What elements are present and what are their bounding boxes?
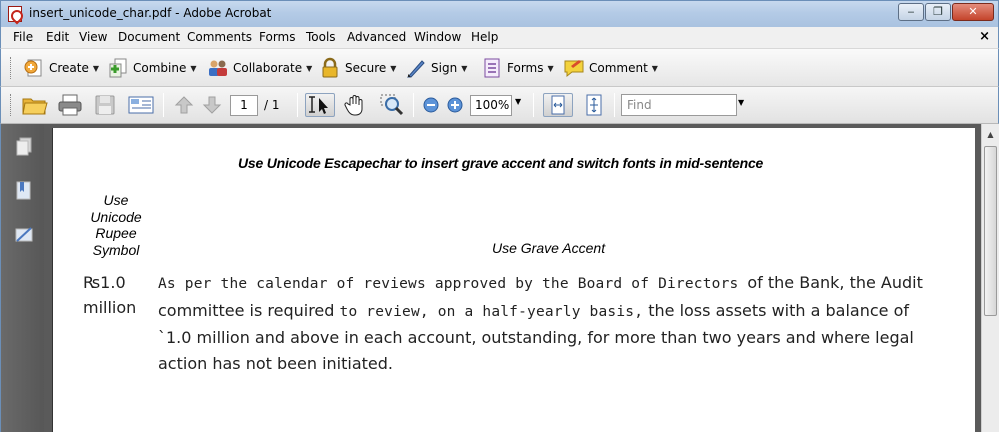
forms-icon bbox=[481, 57, 503, 79]
monospace-text-1: As per the calendar of reviews approved … bbox=[158, 276, 748, 292]
chevron-down-icon: ▼ bbox=[651, 63, 658, 73]
create-icon bbox=[23, 57, 45, 79]
fit-width-icon[interactable] bbox=[543, 93, 573, 117]
toolbar-separator bbox=[533, 93, 534, 117]
toolbar-separator bbox=[614, 93, 615, 117]
vertical-scrollbar[interactable]: ▲ bbox=[981, 124, 999, 432]
task-toolbar: Create ▼ Combine ▼ Collaborate ▼ Secure … bbox=[0, 48, 999, 87]
print-icon[interactable] bbox=[57, 93, 83, 117]
column-header-grave: Use Grave Accent bbox=[492, 240, 606, 256]
save-icon[interactable] bbox=[93, 93, 117, 117]
body-paragraph: As per the calendar of reviews approved … bbox=[158, 270, 928, 376]
email-icon[interactable] bbox=[127, 93, 155, 117]
chevron-down-icon[interactable]: ▼ bbox=[738, 98, 744, 107]
zoom-level-input[interactable]: 100% bbox=[470, 95, 512, 116]
toolbar-grip[interactable] bbox=[10, 57, 13, 79]
forms-button[interactable]: Forms ▼ bbox=[481, 56, 554, 80]
open-icon[interactable] bbox=[21, 93, 49, 117]
chevron-down-icon: ▼ bbox=[390, 63, 397, 73]
toolbar-grip[interactable] bbox=[10, 94, 13, 116]
signatures-icon[interactable] bbox=[14, 224, 34, 246]
comment-label: Comment bbox=[589, 61, 648, 75]
pen-icon bbox=[405, 57, 427, 79]
sign-label: Sign bbox=[431, 61, 458, 75]
select-tool-icon[interactable] bbox=[305, 93, 335, 117]
zoom-in-icon[interactable] bbox=[445, 93, 465, 117]
fit-page-icon[interactable] bbox=[581, 93, 607, 117]
title-bar: insert_unicode_char.pdf - Adobe Acrobat … bbox=[0, 0, 999, 27]
menu-view[interactable]: View bbox=[79, 30, 107, 44]
menu-comments[interactable]: Comments bbox=[187, 30, 252, 44]
find-input[interactable]: Find bbox=[621, 94, 737, 116]
window-title: insert_unicode_char.pdf - Adobe Acrobat bbox=[29, 6, 272, 20]
create-button[interactable]: Create ▼ bbox=[23, 56, 99, 80]
menu-file[interactable]: File bbox=[13, 30, 33, 44]
bookmarks-icon[interactable] bbox=[14, 180, 34, 202]
scroll-up-icon[interactable]: ▲ bbox=[982, 126, 999, 143]
navigation-pane bbox=[0, 124, 44, 432]
zoom-out-icon[interactable] bbox=[421, 93, 441, 117]
menu-bar: File Edit View Document Comments Forms T… bbox=[0, 27, 999, 48]
combine-label: Combine bbox=[133, 61, 187, 75]
chevron-down-icon: ▼ bbox=[547, 63, 554, 73]
marquee-zoom-icon[interactable] bbox=[379, 93, 405, 117]
menu-document[interactable]: Document bbox=[118, 30, 180, 44]
forms-label: Forms bbox=[507, 61, 544, 75]
scrollbar-thumb[interactable] bbox=[984, 146, 997, 316]
chevron-down-icon: ▼ bbox=[306, 63, 313, 73]
menu-tools[interactable]: Tools bbox=[306, 30, 336, 44]
chevron-down-icon: ▼ bbox=[190, 63, 197, 73]
toolbar-separator bbox=[163, 93, 164, 117]
create-label: Create bbox=[49, 61, 89, 75]
hand-tool-icon[interactable] bbox=[343, 93, 369, 117]
document-heading: Use Unicode Escapechar to insert grave a… bbox=[238, 155, 764, 171]
menu-help[interactable]: Help bbox=[471, 30, 498, 44]
monospace-text-2: to review, on a half-yearly basis, bbox=[339, 303, 644, 320]
sign-button[interactable]: Sign ▼ bbox=[405, 56, 467, 80]
column-header-rupee: Use Unicode Rupee Symbol bbox=[90, 192, 142, 258]
page-total-label: / 1 bbox=[264, 98, 280, 112]
next-page-icon[interactable] bbox=[201, 93, 223, 117]
collaborate-icon bbox=[207, 57, 229, 79]
comment-button[interactable]: Comment ▼ bbox=[563, 56, 658, 80]
rupee-value: ₨1.0 million bbox=[83, 273, 137, 317]
maximize-button[interactable]: ❐ bbox=[925, 3, 951, 21]
chevron-down-icon[interactable]: ▼ bbox=[515, 97, 521, 106]
chevron-down-icon: ▼ bbox=[92, 63, 100, 73]
close-window-button[interactable]: ✕ bbox=[952, 3, 994, 21]
pdf-file-icon bbox=[8, 6, 22, 22]
collaborate-label: Collaborate bbox=[233, 61, 303, 75]
secure-label: Secure bbox=[345, 61, 387, 75]
collaborate-button[interactable]: Collaborate ▼ bbox=[207, 56, 312, 80]
chevron-down-icon: ▼ bbox=[461, 63, 468, 73]
menu-window[interactable]: Window bbox=[414, 30, 461, 44]
secure-button[interactable]: Secure ▼ bbox=[319, 56, 396, 80]
minimize-button[interactable]: ‒ bbox=[898, 3, 924, 21]
toolbar-separator bbox=[413, 93, 414, 117]
combine-button[interactable]: Combine ▼ bbox=[107, 56, 197, 80]
pages-icon[interactable] bbox=[14, 136, 34, 158]
combine-icon bbox=[107, 57, 129, 79]
menu-forms[interactable]: Forms bbox=[259, 30, 295, 44]
comment-icon bbox=[563, 57, 585, 79]
lock-icon bbox=[319, 57, 341, 79]
menu-edit[interactable]: Edit bbox=[46, 30, 69, 44]
previous-page-icon[interactable] bbox=[173, 93, 195, 117]
toolbar-separator bbox=[297, 93, 298, 117]
close-document-icon[interactable]: × bbox=[979, 29, 990, 44]
menu-advanced[interactable]: Advanced bbox=[347, 30, 406, 44]
page-number-input[interactable]: 1 bbox=[230, 95, 258, 116]
